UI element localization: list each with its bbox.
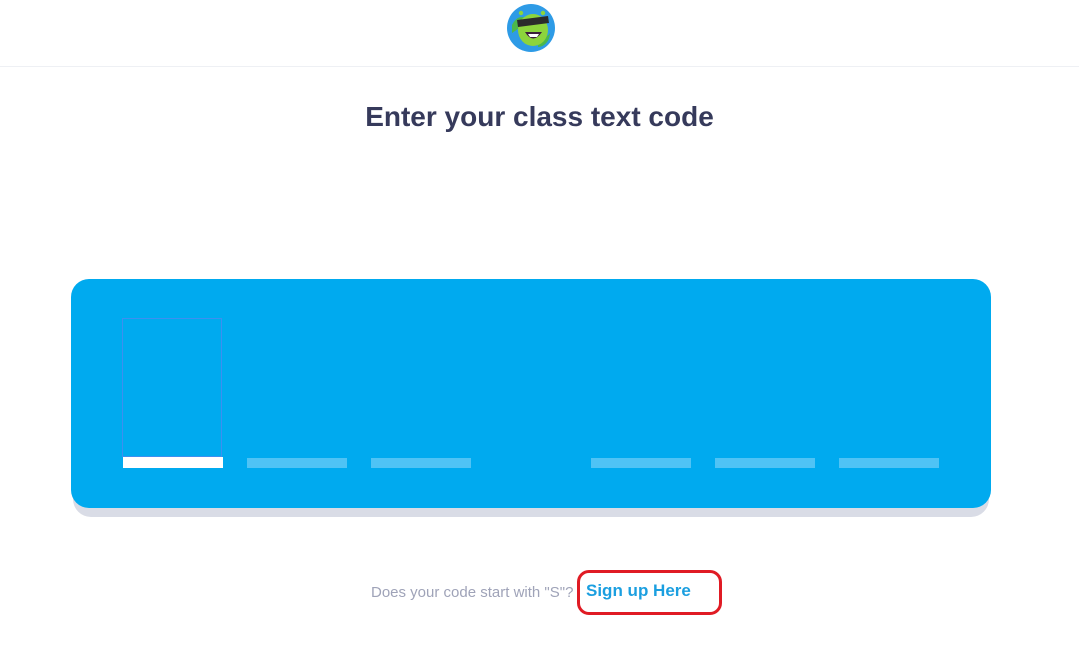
top-bar bbox=[0, 0, 1079, 67]
code-slot-6[interactable] bbox=[839, 458, 939, 468]
class-code-input-panel[interactable] bbox=[71, 279, 991, 508]
code-slot-2[interactable] bbox=[247, 458, 347, 468]
code-slot-3[interactable] bbox=[371, 458, 471, 468]
code-char-input-1[interactable] bbox=[122, 318, 222, 457]
page-title: Enter your class text code bbox=[365, 101, 714, 132]
signup-footer: Does your code start with "S"? Sign up H… bbox=[0, 581, 1079, 605]
annotation-highlight-ring bbox=[577, 570, 722, 615]
code-slot-5[interactable] bbox=[715, 458, 815, 468]
classdojo-logo-icon[interactable] bbox=[506, 3, 556, 53]
code-slot-4[interactable] bbox=[591, 458, 691, 468]
code-prompt-text: Does your code start with "S"? bbox=[371, 584, 574, 601]
code-slot-1[interactable] bbox=[123, 457, 223, 468]
